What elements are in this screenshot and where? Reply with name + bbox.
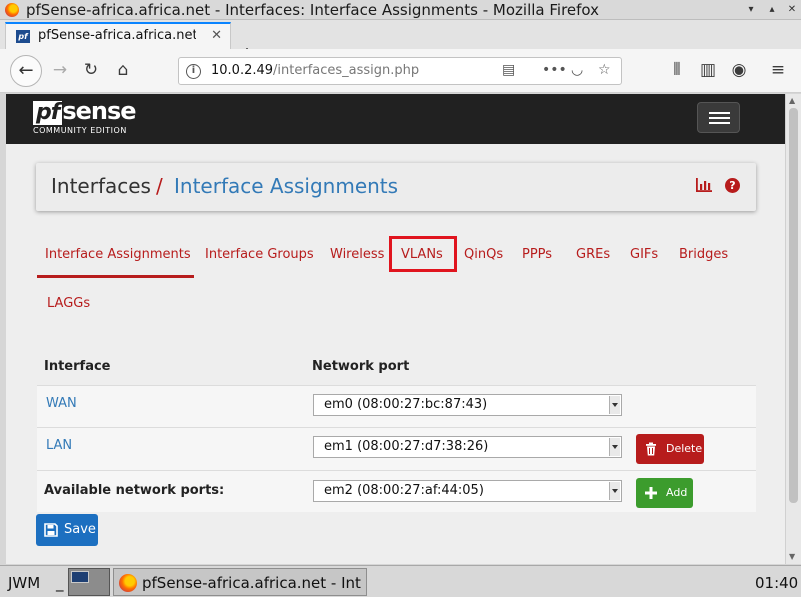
reload-button[interactable]: ↻ [80, 59, 102, 81]
table-row: Available network ports: em2 (08:00:27:a… [37, 470, 756, 512]
tab-interface-assignments[interactable]: Interface Assignments [45, 247, 191, 262]
add-label: Add [666, 486, 688, 499]
tab-strip: pf pfSense-africa.africa.net ✕ + [0, 20, 801, 66]
window-title: pfSense-africa.africa.net - Interfaces: … [26, 1, 600, 19]
select-value: em0 (08:00:27:bc:87:43) [324, 397, 488, 412]
taskbar-firefox-task[interactable]: pfSense-africa.africa.net - Int [113, 568, 367, 596]
url-text[interactable]: 10.0.2.49/interfaces_assign.php [211, 63, 419, 78]
breadcrumb-interfaces[interactable]: Interfaces [51, 174, 151, 198]
vertical-scrollbar[interactable]: ▲ ▼ [785, 94, 801, 564]
tab-ppps[interactable]: PPPs [522, 247, 552, 262]
taskbar: JWM _ pfSense-africa.africa.net - Int 01… [0, 565, 801, 597]
plus-icon [645, 487, 657, 499]
dropdown-arrow-icon [609, 396, 620, 414]
bar-chart-icon[interactable] [695, 177, 713, 193]
browser-tab[interactable]: pf pfSense-africa.africa.net ✕ [5, 22, 231, 49]
site-info-icon[interactable]: i [186, 64, 201, 79]
firefox-window: pfSense-africa.africa.net - Interfaces: … [0, 0, 801, 597]
back-button[interactable]: ← [10, 55, 42, 87]
clock: 01:40 [755, 574, 799, 592]
tab-wireless[interactable]: Wireless [330, 247, 384, 262]
pfsense-logo[interactable]: pf sense COMMUNITY EDITION [33, 97, 137, 135]
navigation-toolbar: ← → ↻ ⌂ i 10.0.2.49/interfaces_assign.ph… [0, 49, 801, 93]
reader-view-icon[interactable]: ▤ [502, 62, 515, 78]
jwm-menu-button[interactable]: JWM [8, 574, 40, 592]
logo-sense: sense [62, 97, 136, 125]
save-button[interactable]: Save [36, 514, 98, 546]
url-bar[interactable]: i 10.0.2.49/interfaces_assign.php ▤ ••• … [178, 57, 622, 85]
account-icon[interactable]: ◉ [728, 59, 750, 81]
task-title: pfSense-africa.africa.net - Int [142, 574, 361, 592]
dropdown-arrow-icon [609, 438, 620, 456]
taskbar-separator: _ [56, 574, 64, 592]
table-row: WAN em0 (08:00:27:bc:87:43) [37, 385, 756, 427]
trash-icon [646, 442, 656, 456]
dropdown-arrow-icon [609, 482, 620, 500]
column-header-interface: Interface [44, 359, 111, 374]
help-icon[interactable]: ? [725, 178, 740, 193]
edition-label: COMMUNITY EDITION [33, 126, 127, 135]
tab-interface-groups[interactable]: Interface Groups [205, 247, 314, 262]
scroll-down-icon[interactable]: ▼ [789, 552, 795, 561]
interface-link-wan[interactable]: WAN [46, 396, 77, 411]
breadcrumb-separator: / [156, 174, 163, 198]
sidebar-icon[interactable]: ▥ [697, 59, 719, 81]
tab-laggs[interactable]: LAGGs [47, 296, 90, 311]
delete-button[interactable]: Delete [636, 434, 704, 464]
network-port-select-lan[interactable]: em1 (08:00:27:d7:38:26) [313, 436, 622, 458]
url-path: /interfaces_assign.php [273, 63, 420, 78]
delete-label: Delete [666, 442, 703, 455]
save-label: Save [64, 522, 96, 537]
available-ports-label: Available network ports: [44, 483, 225, 498]
tab-title: pfSense-africa.africa.net [38, 28, 196, 43]
network-port-select-wan[interactable]: em0 (08:00:27:bc:87:43) [313, 394, 622, 416]
select-value: em2 (08:00:27:af:44:05) [324, 483, 484, 498]
pager-window-thumb [71, 571, 89, 583]
window-titlebar: pfSense-africa.africa.net - Interfaces: … [0, 0, 801, 20]
page-header-panel: Interfaces / Interface Assignments ? [36, 163, 756, 211]
available-port-select[interactable]: em2 (08:00:27:af:44:05) [313, 480, 622, 502]
breadcrumb-current[interactable]: Interface Assignments [174, 174, 398, 198]
library-icon[interactable]: ⫴ [666, 59, 688, 81]
close-button[interactable]: ✕ [786, 4, 798, 16]
interface-link-lan[interactable]: LAN [46, 438, 72, 453]
tab-close-icon[interactable]: ✕ [211, 28, 222, 43]
scroll-up-icon[interactable]: ▲ [789, 96, 795, 105]
desktop-pager[interactable] [68, 568, 110, 596]
firefox-icon [5, 3, 19, 17]
tab-gres[interactable]: GREs [576, 247, 610, 262]
forward-button[interactable]: → [49, 59, 71, 81]
minimize-button[interactable]: ▾ [745, 4, 757, 16]
bookmark-star-icon[interactable]: ☆ [598, 62, 611, 78]
page-content: pf sense COMMUNITY EDITION Interfaces / I… [6, 94, 785, 564]
pfsense-favicon-icon: pf [16, 30, 30, 43]
tab-bridges[interactable]: Bridges [679, 247, 728, 262]
menu-toggle-button[interactable] [697, 102, 740, 133]
column-header-network-port: Network port [312, 359, 410, 374]
page-actions-icon[interactable]: ••• [542, 62, 567, 78]
pocket-icon[interactable]: ◡ [571, 62, 583, 78]
maximize-button[interactable]: ▴ [766, 4, 778, 16]
tab-qinqs[interactable]: QinQs [464, 247, 503, 262]
pfsense-navbar: pf sense COMMUNITY EDITION [6, 94, 785, 144]
tab-gifs[interactable]: GIFs [630, 247, 658, 262]
url-host: 10.0.2.49 [211, 63, 274, 78]
active-tab-indicator [37, 275, 194, 278]
select-value: em1 (08:00:27:d7:38:26) [324, 439, 489, 454]
floppy-disk-icon [44, 523, 58, 537]
home-button[interactable]: ⌂ [112, 59, 134, 81]
scrollbar-thumb[interactable] [789, 108, 798, 503]
vlans-highlight-box [389, 236, 457, 272]
logo-pf: pf [33, 101, 63, 125]
menu-icon[interactable]: ≡ [767, 59, 789, 81]
table-row: LAN em1 (08:00:27:d7:38:26) Delete [37, 427, 756, 470]
firefox-icon [119, 574, 137, 592]
add-button[interactable]: Add [636, 478, 693, 508]
